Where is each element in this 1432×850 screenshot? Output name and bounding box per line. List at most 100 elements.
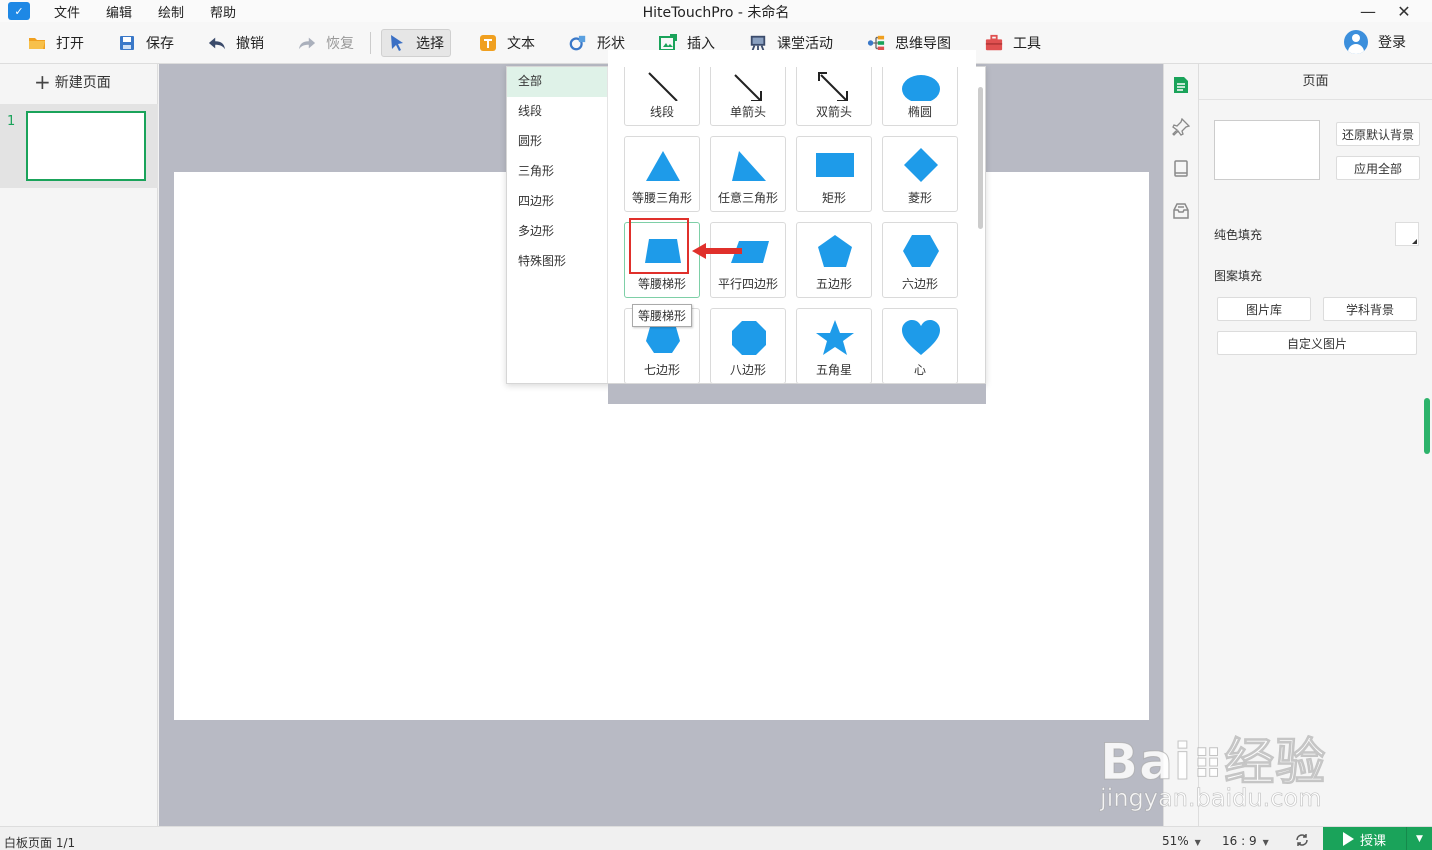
zoom-select[interactable]: 51% ▼ bbox=[1162, 834, 1201, 848]
tab-inbox[interactable] bbox=[1164, 190, 1198, 232]
zoom-caret-icon: ▼ bbox=[1194, 838, 1201, 847]
teach-dropdown-icon[interactable]: ▼ bbox=[1406, 827, 1432, 850]
parallelogram-icon bbox=[731, 241, 769, 263]
login-label: 登录 bbox=[1378, 35, 1406, 51]
octagon-icon bbox=[732, 321, 766, 355]
shape-isosceles-triangle[interactable]: 等腰三角形 bbox=[624, 136, 700, 212]
classroom-board-icon bbox=[749, 34, 767, 52]
save-label: 保存 bbox=[146, 35, 174, 52]
double-arrow-icon bbox=[818, 72, 848, 101]
open-button[interactable]: 打开 bbox=[22, 29, 90, 57]
toolbar-separator bbox=[370, 31, 371, 54]
gallery-button[interactable]: 图片库 bbox=[1217, 297, 1311, 321]
solid-fill-color-picker[interactable] bbox=[1395, 222, 1419, 246]
shape-pentagon[interactable]: 五边形 bbox=[796, 222, 872, 298]
category-all[interactable]: 全部 bbox=[507, 67, 607, 97]
line-shape-icon bbox=[648, 72, 678, 101]
custom-image-button[interactable]: 自定义图片 bbox=[1217, 331, 1417, 355]
teach-button[interactable]: 授课 ▼ bbox=[1323, 827, 1432, 850]
text-button[interactable]: 文本 bbox=[473, 29, 541, 57]
hexagon-icon bbox=[903, 235, 939, 267]
pentagon-icon bbox=[818, 235, 852, 267]
category-triangles[interactable]: 三角形 bbox=[507, 157, 607, 187]
close-button[interactable]: ✕ bbox=[1386, 0, 1422, 22]
restore-default-bg-button[interactable]: 还原默认背景 bbox=[1336, 122, 1420, 146]
shape-parallelogram[interactable]: 平行四边形 bbox=[710, 222, 786, 298]
rectangle-icon bbox=[816, 153, 854, 177]
title-bar: ✓ 文件 编辑 绘制 帮助 HiteTouchPro - 未命名 — ✕ bbox=[0, 0, 1432, 22]
login-button[interactable]: 登录 bbox=[1344, 30, 1406, 54]
redo-button[interactable]: 恢复 bbox=[292, 29, 360, 57]
panel-scrollbar[interactable] bbox=[1424, 398, 1430, 454]
shape-tooltip: 等腰梯形 bbox=[632, 304, 693, 327]
save-button[interactable]: 保存 bbox=[112, 29, 180, 57]
subject-background-button[interactable]: 学科背景 bbox=[1323, 297, 1417, 321]
ratio-caret-icon: ▼ bbox=[1262, 838, 1269, 847]
star-icon bbox=[816, 320, 854, 355]
page-number: 1 bbox=[7, 114, 16, 129]
rhombus-icon bbox=[904, 148, 938, 182]
isosceles-triangle-icon bbox=[646, 151, 680, 181]
undo-button[interactable]: 撤销 bbox=[202, 29, 270, 57]
minimize-button[interactable]: — bbox=[1350, 0, 1386, 22]
shape-heart[interactable]: 心 bbox=[882, 308, 958, 384]
apply-all-button[interactable]: 应用全部 bbox=[1336, 156, 1420, 180]
select-button[interactable]: 选择 bbox=[381, 28, 451, 57]
tools-button[interactable]: 工具 bbox=[979, 29, 1047, 57]
text-label: 文本 bbox=[507, 35, 535, 52]
tab-pin[interactable] bbox=[1164, 106, 1198, 148]
redo-icon bbox=[298, 34, 316, 52]
heart-icon bbox=[902, 320, 940, 355]
shape-star[interactable]: 五角星 bbox=[796, 308, 872, 384]
popup-scrollbar[interactable] bbox=[978, 87, 983, 229]
tools-label: 工具 bbox=[1013, 35, 1041, 52]
tab-page-properties[interactable] bbox=[1164, 64, 1198, 106]
undo-icon bbox=[208, 34, 226, 52]
ratio-value: 16 : 9 bbox=[1222, 834, 1257, 848]
pattern-fill-label: 图案填充 bbox=[1214, 269, 1263, 283]
teach-label: 授课 bbox=[1360, 833, 1387, 849]
folder-icon bbox=[28, 34, 46, 52]
undo-label: 撤销 bbox=[236, 35, 264, 52]
menu-help[interactable]: 帮助 bbox=[210, 2, 236, 21]
new-page-button[interactable]: + 新建页面 bbox=[0, 64, 157, 100]
window-controls: — ✕ bbox=[1350, 0, 1422, 22]
category-quadrilaterals[interactable]: 四边形 bbox=[507, 187, 607, 217]
page-list-panel: + 新建页面 1 bbox=[0, 64, 158, 826]
shape-rhombus[interactable]: 菱形 bbox=[882, 136, 958, 212]
app-logo-icon: ✓ bbox=[8, 2, 30, 20]
plus-icon: + bbox=[34, 70, 51, 94]
shape-isosceles-trapezoid[interactable]: 等腰梯形 bbox=[624, 222, 700, 298]
tab-book[interactable] bbox=[1164, 148, 1198, 190]
popup-top-mask bbox=[608, 50, 976, 67]
toolbox-icon bbox=[985, 34, 1003, 52]
mindmap-icon bbox=[867, 34, 885, 52]
book-icon bbox=[1174, 160, 1188, 177]
category-circles[interactable]: 圆形 bbox=[507, 127, 607, 157]
page-properties-panel: 页面 还原默认背景 应用全部 纯色填充 图案填充 图片库 学科背景 自定义图片 bbox=[1199, 64, 1432, 826]
menu-edit[interactable]: 编辑 bbox=[106, 2, 132, 21]
status-bar: 白板页面 1/1 51% ▼ 16 : 9 ▼ 授课 ▼ bbox=[0, 826, 1432, 850]
category-special[interactable]: 特殊图形 bbox=[507, 247, 607, 277]
shape-arbitrary-triangle[interactable]: 任意三角形 bbox=[710, 136, 786, 212]
category-polygons[interactable]: 多边形 bbox=[507, 217, 607, 247]
page-thumbnail[interactable] bbox=[26, 111, 146, 181]
text-icon bbox=[479, 34, 497, 52]
select-label: 选择 bbox=[416, 35, 444, 52]
shape-category-list: 全部 线段 圆形 三角形 四边形 多边形 特殊图形 bbox=[507, 67, 608, 383]
menu-file[interactable]: 文件 bbox=[54, 2, 80, 21]
inbox-icon bbox=[1173, 203, 1189, 219]
page-list-item[interactable]: 1 bbox=[0, 104, 158, 188]
shape-rectangle[interactable]: 矩形 bbox=[796, 136, 872, 212]
shape-icon bbox=[569, 34, 587, 52]
sync-icon[interactable] bbox=[1294, 833, 1310, 847]
shape-octagon[interactable]: 八边形 bbox=[710, 308, 786, 384]
save-icon bbox=[118, 34, 136, 52]
page-properties-icon bbox=[1174, 77, 1188, 93]
aspect-ratio-select[interactable]: 16 : 9 ▼ bbox=[1222, 834, 1269, 848]
category-lines[interactable]: 线段 bbox=[507, 97, 607, 127]
menu-draw[interactable]: 绘制 bbox=[158, 2, 184, 21]
shape-hexagon[interactable]: 六边形 bbox=[882, 222, 958, 298]
menu-bar: 文件 编辑 绘制 帮助 bbox=[54, 2, 262, 21]
background-preview bbox=[1214, 120, 1320, 180]
